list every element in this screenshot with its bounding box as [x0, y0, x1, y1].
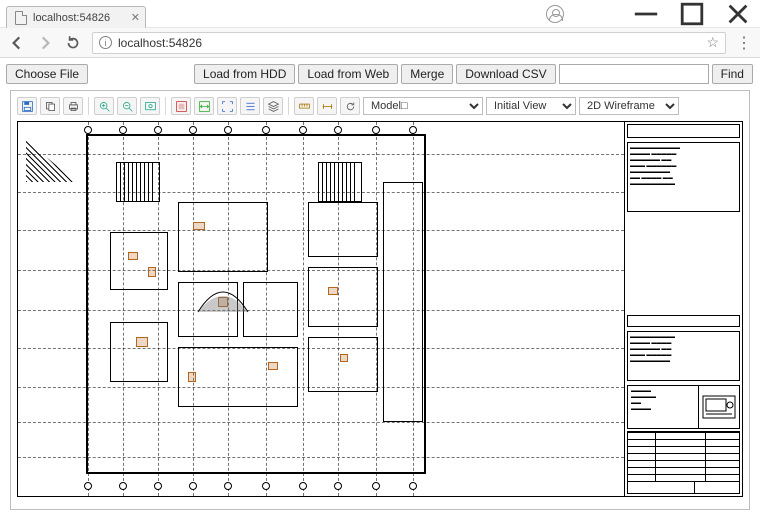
zoom-out-icon[interactable]	[117, 97, 137, 115]
extents-icon[interactable]	[217, 97, 237, 115]
model-space-select[interactable]: Model□	[363, 97, 483, 115]
zoom-window-icon[interactable]	[140, 97, 160, 115]
address-bar[interactable]: i localhost:54826 ☆	[92, 32, 726, 54]
site-info-icon[interactable]: i	[99, 36, 112, 49]
window-close-button[interactable]	[724, 4, 752, 24]
zoom-in-icon[interactable]	[94, 97, 114, 115]
title-block: ▬▬▬▬▬▬▬▬▬▬▬▬▬▬ ▬▬▬▬▬▬▬▬▬▬▬ ▬▬▬▬▬ ▬▬▬▬▬▬▬…	[624, 122, 742, 496]
bookmark-star-icon[interactable]: ☆	[706, 34, 719, 51]
tab-title: localhost:54826	[33, 12, 110, 24]
nav-reload-button[interactable]	[64, 34, 82, 52]
list-view-icon[interactable]	[240, 97, 260, 115]
fit-all-icon[interactable]	[171, 97, 191, 115]
window-titlebar: localhost:54826 ✕	[0, 0, 760, 28]
nav-forward-button[interactable]	[36, 34, 54, 52]
app-toolbar: Choose File Load from HDD Load from Web …	[4, 62, 756, 90]
load-from-web-button[interactable]: Load from Web	[298, 64, 398, 84]
browser-tab[interactable]: localhost:54826 ✕	[6, 6, 146, 28]
user-profile-icon[interactable]	[546, 5, 564, 23]
fit-width-icon[interactable]	[194, 97, 214, 115]
page-icon	[15, 11, 27, 25]
choose-file-button[interactable]: Choose File	[6, 64, 88, 84]
floor-plan	[18, 122, 624, 496]
find-input[interactable]	[559, 64, 709, 84]
print-icon[interactable]	[63, 97, 83, 115]
load-from-hdd-button[interactable]: Load from HDD	[194, 64, 295, 84]
merge-button[interactable]: Merge	[401, 64, 453, 84]
download-csv-button[interactable]: Download CSV	[456, 64, 555, 84]
save-icon[interactable]	[17, 97, 37, 115]
browser-menu-icon[interactable]: ⋮	[736, 33, 752, 53]
viewer-panel: Model□ Initial View 2D Wireframe	[10, 90, 750, 510]
window-maximize-button[interactable]	[678, 4, 706, 24]
viewer-toolbar: Model□ Initial View 2D Wireframe	[17, 97, 743, 119]
find-button[interactable]: Find	[712, 64, 753, 84]
url-text: localhost:54826	[118, 36, 202, 50]
visual-style-select[interactable]: 2D Wireframe	[579, 97, 679, 115]
view-select[interactable]: Initial View	[486, 97, 576, 115]
rotate-icon[interactable]	[340, 97, 360, 115]
browser-address-row: i localhost:54826 ☆ ⋮	[0, 28, 760, 58]
copy-icon[interactable]	[40, 97, 60, 115]
measure-icon[interactable]	[294, 97, 314, 115]
layers-icon[interactable]	[263, 97, 283, 115]
tab-close-icon[interactable]: ✕	[131, 11, 140, 24]
window-minimize-button[interactable]	[632, 4, 660, 24]
dimension-icon[interactable]	[317, 97, 337, 115]
drawing-canvas[interactable]: ▬▬▬▬▬▬▬▬▬▬▬▬▬▬ ▬▬▬▬▬▬▬▬▬▬▬ ▬▬▬▬▬ ▬▬▬▬▬▬▬…	[17, 121, 743, 497]
nav-back-button[interactable]	[8, 34, 26, 52]
